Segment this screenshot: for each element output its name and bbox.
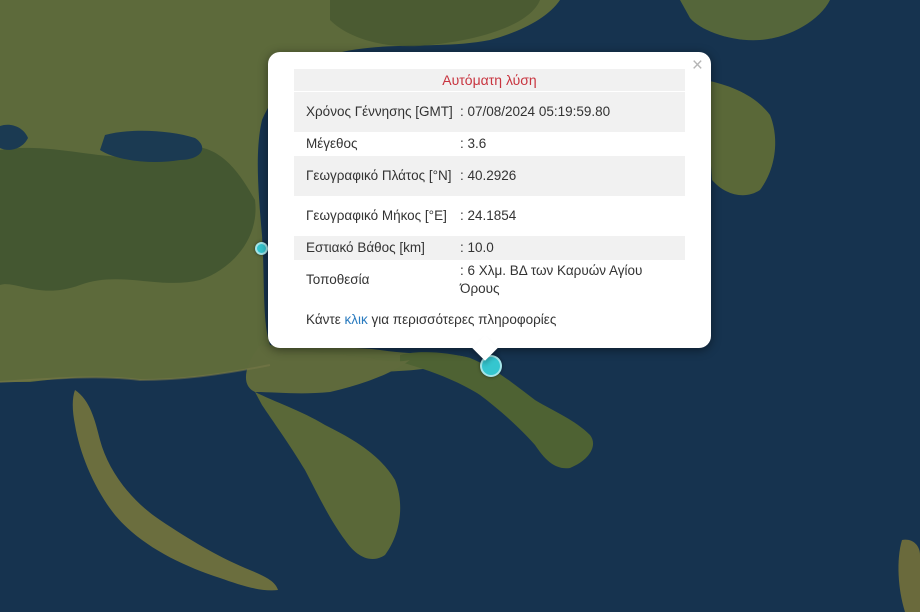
table-row: Τοποθεσία : 6 Χλμ. ΒΔ των Καρυών Αγίου Ό…	[294, 260, 685, 300]
row-value: : 6 Χλμ. ΒΔ των Καρυών Αγίου Όρους	[460, 263, 643, 296]
row-label: Εστιακό Βάθος [km]	[294, 236, 460, 260]
close-icon[interactable]: ×	[692, 55, 703, 77]
row-value: : 24.1854	[460, 208, 517, 223]
row-label: Μέγεθος	[306, 136, 358, 151]
row-label: Τοποθεσία	[306, 272, 370, 287]
row-label: Γεωγραφικό Μήκος [°E]	[306, 208, 447, 223]
row-value: : 07/08/2024 05:19:59.80	[460, 92, 685, 132]
earthquake-details-table: Χρόνος Γέννησης [GMT] : 07/08/2024 05:19…	[294, 92, 685, 300]
more-info-suffix: για περισσότερες πληροφορίες	[367, 312, 557, 327]
earthquake-marker-small[interactable]	[255, 242, 268, 255]
more-info-link[interactable]: κλικ	[345, 312, 368, 327]
more-info-prefix: Κάντε	[306, 312, 345, 327]
row-value: : 10.0	[460, 236, 685, 260]
table-row: Γεωγραφικό Μήκος [°E] : 24.1854	[294, 196, 685, 236]
table-row: Μέγεθος : 3.6	[294, 132, 685, 156]
row-value: : 40.2926	[460, 156, 685, 196]
table-row: Χρόνος Γέννησης [GMT] : 07/08/2024 05:19…	[294, 92, 685, 132]
earthquake-info-popup: × Αυτόματη λύση Χρόνος Γέννησης [GMT] : …	[268, 52, 711, 361]
row-label: Γεωγραφικό Πλάτος [°N]	[294, 156, 460, 196]
row-value: : 3.6	[460, 136, 487, 151]
more-info-line: Κάντε κλικ για περισσότερες πληροφορίες	[306, 312, 556, 327]
table-row: Γεωγραφικό Πλάτος [°N] : 40.2926	[294, 156, 685, 196]
row-label: Χρόνος Γέννησης [GMT]	[294, 92, 460, 132]
mountain-area	[0, 146, 256, 291]
table-row: Εστιακό Βάθος [km] : 10.0	[294, 236, 685, 260]
popup-title: Αυτόματη λύση	[294, 69, 685, 91]
